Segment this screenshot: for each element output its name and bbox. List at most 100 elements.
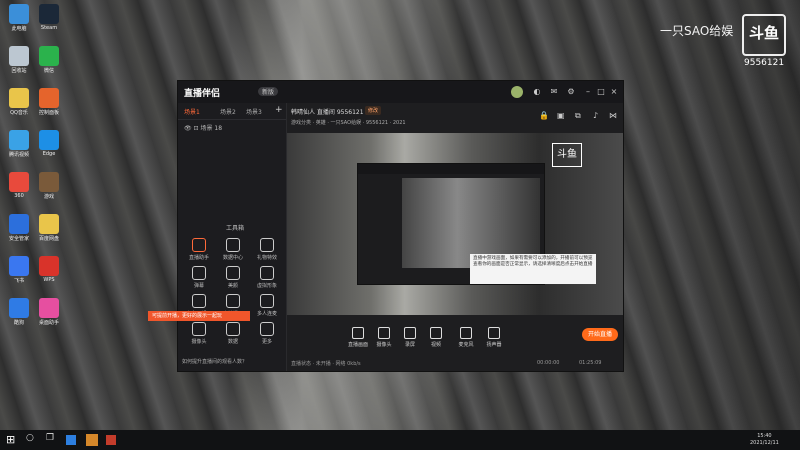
tool-item[interactable]: 数据中心 — [220, 238, 246, 261]
tool-item[interactable]: 更多 — [254, 322, 280, 345]
tool-label: 虚拟形象 — [256, 283, 277, 289]
desktop-icon-label: 桌面助手 — [38, 320, 59, 326]
room-number: 9556121 — [744, 58, 785, 68]
scene-label: 场景 18 — [200, 125, 223, 132]
clock-time: 15:40 — [757, 433, 772, 439]
live-preview[interactable]: 斗鱼 直播中游戏画面，如果有需要可以添加的，开播前可以预览查看你的画面是否正常显… — [287, 133, 623, 315]
desktop-icon[interactable]: 微信 — [34, 46, 64, 74]
desktop-icon[interactable]: 桌面助手 — [34, 298, 64, 326]
desktop-icon[interactable]: 酷狗 — [4, 298, 34, 326]
add-scene-icon[interactable]: + — [275, 105, 283, 115]
notice-popup: 直播中游戏画面，如果有需要可以添加的，开播前可以预览查看你的画面是否正常显示，请… — [470, 254, 596, 284]
crop-icon[interactable]: ⧉ — [575, 111, 581, 121]
avatar[interactable] — [511, 86, 523, 98]
layout-icon[interactable]: ▣ — [557, 111, 565, 120]
desktop-icon[interactable]: 百度网盘 — [34, 214, 64, 242]
message-icon[interactable]: ✉ — [549, 87, 559, 97]
tool-icon — [226, 322, 240, 336]
app-icon — [9, 4, 29, 24]
desktop-icon[interactable]: 控制面板 — [34, 88, 64, 116]
scene-item[interactable]: 👁 ⊡ 场景 18 — [184, 123, 222, 132]
tool-icon — [192, 266, 206, 280]
status-text: 直播状态 · 未开播 · 网络 0kb/s — [291, 361, 361, 367]
maximize-icon[interactable]: □ — [596, 87, 606, 97]
tool-icon — [260, 322, 274, 336]
clock-date: 2021/12/11 — [750, 440, 779, 446]
desktop-icon[interactable]: 安全管家 — [4, 214, 34, 242]
tool-item[interactable]: 数据 — [220, 322, 246, 345]
search-icon[interactable]: ○ — [26, 433, 40, 447]
desktop-icon-label: 飞书 — [13, 278, 24, 284]
app-icon — [39, 256, 59, 276]
desktop-icon-label: 微信 — [43, 68, 54, 74]
tool-item[interactable]: 美颜 — [220, 266, 246, 289]
tools-title: 工具箱 — [226, 225, 245, 232]
edit-tag[interactable]: 修改 — [365, 106, 382, 115]
system-clock[interactable]: 15:40 2021/12/11 — [750, 433, 779, 447]
desktop-icon[interactable]: 飞书 — [4, 256, 34, 284]
tab-scene-1[interactable]: 场景1 — [184, 107, 200, 116]
control-button[interactable]: 扬声器 — [479, 327, 509, 348]
recorder-taskbar-icon[interactable] — [106, 435, 116, 445]
start-icon[interactable]: ⊞ — [6, 433, 20, 447]
control-icon — [404, 327, 416, 339]
douyu-logo: 斗鱼 — [742, 14, 786, 56]
settings-icon[interactable]: ⚙ — [566, 87, 576, 97]
control-button[interactable]: 视频 — [421, 327, 451, 348]
tab-scene-2[interactable]: 场景2 — [220, 107, 236, 116]
app-icon — [9, 88, 29, 108]
share-icon[interactable]: ⋈ — [609, 111, 617, 120]
tool-icon — [192, 238, 206, 252]
tool-label: 更多 — [261, 339, 272, 345]
tool-icon — [260, 294, 274, 308]
tool-item[interactable]: 礼物特效 — [254, 238, 280, 261]
version-badge[interactable]: 新版 — [258, 87, 279, 96]
live-companion-taskbar-icon[interactable] — [86, 434, 98, 446]
right-panel: 韩晴仙人 直播间 9556121 修改 游戏分类 · 英雄 · 一只SAO给娱 … — [287, 103, 623, 371]
task-view-icon[interactable]: ❐ — [46, 433, 60, 447]
tool-label: 直播助手 — [188, 255, 209, 261]
tool-item[interactable]: 虚拟形象 — [254, 266, 280, 289]
desktop-icon[interactable]: 360 — [4, 172, 34, 199]
hint-banner[interactable]: 可提前开播，更好的展示一起玩 — [148, 311, 250, 321]
desktop-icon-label: Steam — [40, 25, 58, 31]
tool-item[interactable]: 多人连麦 — [254, 294, 280, 317]
control-button[interactable]: 麦克风 — [451, 327, 481, 348]
desktop-icon-label: 控制面板 — [38, 110, 59, 116]
tool-item[interactable]: 摄像头 — [186, 322, 212, 345]
control-icon — [488, 327, 500, 339]
desktop-icon[interactable]: WPS — [34, 256, 64, 283]
tool-label: 数据中心 — [222, 255, 243, 261]
tab-scene-3[interactable]: 场景3 — [246, 107, 262, 116]
tip-link[interactable]: 如何提升直播间的观看人数？ — [182, 358, 247, 365]
desktop-icon[interactable]: 回收站 — [4, 46, 34, 74]
app-icon — [39, 214, 59, 234]
minimize-icon[interactable]: – — [583, 87, 593, 97]
nested-title-bar — [358, 164, 544, 174]
tool-item[interactable]: 弹幕 — [186, 266, 212, 289]
start-live-button[interactable]: 开始直播 — [582, 328, 618, 341]
skin-icon[interactable]: ◐ — [532, 87, 542, 97]
close-icon[interactable]: × — [609, 87, 619, 97]
control-icon — [378, 327, 390, 339]
tool-icon — [226, 238, 240, 252]
status-bar: 直播状态 · 未开播 · 网络 0kb/s 00:00:00 01:25:09 — [287, 357, 623, 371]
desktop-icon[interactable]: Steam — [34, 4, 64, 31]
desktop-icon[interactable]: 此电脑 — [4, 4, 34, 32]
desktop-icon[interactable]: QQ音乐 — [4, 88, 34, 116]
desktop-icon[interactable]: 腾讯视频 — [4, 130, 34, 158]
lock-icon[interactable]: 🔒 — [539, 111, 549, 120]
desktop-icon-label: 腾讯视频 — [8, 152, 29, 158]
desktop-icon[interactable]: Edge — [34, 130, 64, 157]
app-icon — [9, 256, 29, 276]
app-icon — [9, 172, 29, 192]
bell-icon[interactable]: ♪ — [593, 111, 598, 120]
control-bar: 开始直播 直播画面 摄像头 录屏 视频 麦克风 扬声器 — [287, 317, 623, 357]
desktop-icon-label: Edge — [42, 151, 56, 157]
control-label: 麦克风 — [458, 342, 474, 348]
tool-label: 摄像头 — [191, 339, 207, 345]
edge-taskbar-icon[interactable] — [66, 435, 76, 445]
tool-item[interactable]: 直播助手 — [186, 238, 212, 261]
app-icon — [39, 172, 59, 192]
desktop-icon[interactable]: 游戏 — [34, 172, 64, 200]
